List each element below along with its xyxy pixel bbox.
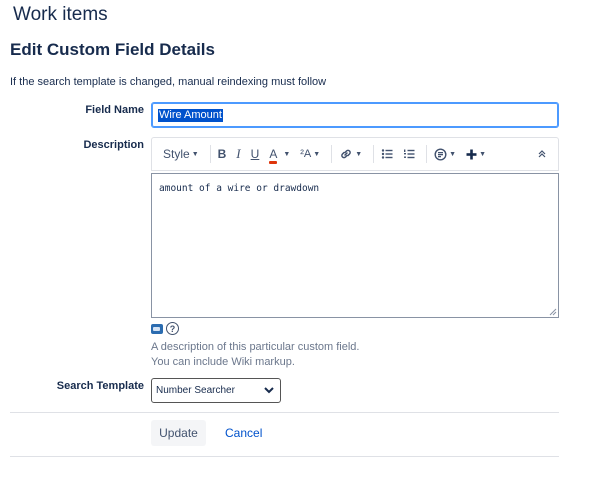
style-dropdown[interactable]: Style ▼ <box>160 142 202 166</box>
chevron-down-icon: ▼ <box>313 150 321 158</box>
cancel-link[interactable]: Cancel <box>225 426 262 440</box>
resize-grip-icon[interactable] <box>549 308 557 316</box>
emoji-button[interactable]: ▼ <box>431 142 459 166</box>
field-name-label: Field Name <box>85 104 144 116</box>
style-label: Style <box>163 147 190 161</box>
field-name-value: Wire Amount <box>158 108 223 122</box>
text-color-button[interactable]: A ▼ <box>266 142 293 166</box>
plus-icon <box>466 149 477 159</box>
toolbar-divider <box>426 145 428 163</box>
toolbar-divider <box>209 145 211 163</box>
insert-more-button[interactable]: ▼ <box>463 142 489 166</box>
field-name-input[interactable]: Wire Amount <box>151 102 559 128</box>
wiki-mode-icon[interactable] <box>151 323 163 334</box>
search-template-label: Search Template <box>56 380 144 392</box>
search-template-value: Number Searcher <box>156 385 235 396</box>
reindex-info-text: If the search template is changed, manua… <box>10 76 327 88</box>
update-button[interactable]: Update <box>151 420 206 446</box>
double-chevron-up-icon <box>538 150 546 158</box>
italic-button[interactable]: I <box>233 142 243 166</box>
toolbar-divider <box>373 145 375 163</box>
chevron-down-icon <box>264 387 274 394</box>
description-textarea[interactable]: amount of a wire or drawdown <box>151 173 559 318</box>
chevron-down-icon: ▼ <box>479 150 487 158</box>
section-title: Edit Custom Field Details <box>10 40 215 59</box>
bullet-list-icon <box>381 149 393 159</box>
numbered-list-icon <box>404 149 415 159</box>
search-template-select[interactable]: Number Searcher <box>151 378 281 403</box>
page-title: Work items <box>13 4 108 25</box>
bullet-list-button[interactable] <box>378 142 396 166</box>
description-help-text: A description of this particular custom … <box>151 341 360 368</box>
chevron-down-icon: ▼ <box>449 150 457 158</box>
link-icon <box>341 149 352 159</box>
text-effects-button[interactable]: ²A ▼ <box>297 142 323 166</box>
underline-button[interactable]: U <box>248 142 263 166</box>
chevron-down-icon: ▼ <box>283 150 291 158</box>
editor-mode-icons: ? <box>151 322 179 335</box>
text-effects-icon: ²A <box>300 148 312 160</box>
editor-toolbar: Style ▼ B I U A ▼ ²A ▼ ▼ ▼ ▼ <box>151 137 559 171</box>
bold-button[interactable]: B <box>215 142 230 166</box>
chevron-down-icon: ▼ <box>355 150 363 158</box>
toolbar-divider <box>331 145 333 163</box>
text-color-icon: A <box>269 147 278 164</box>
description-text: amount of a wire or drawdown <box>159 183 320 194</box>
chevron-down-icon: ▼ <box>191 150 199 158</box>
form-divider <box>10 412 559 413</box>
link-button[interactable]: ▼ <box>336 142 365 166</box>
collapse-toolbar-button[interactable] <box>534 142 550 166</box>
description-label: Description <box>83 139 144 151</box>
emoji-icon <box>434 147 447 161</box>
footer-divider <box>10 456 559 457</box>
help-icon[interactable]: ? <box>166 322 179 335</box>
numbered-list-button[interactable] <box>400 142 418 166</box>
